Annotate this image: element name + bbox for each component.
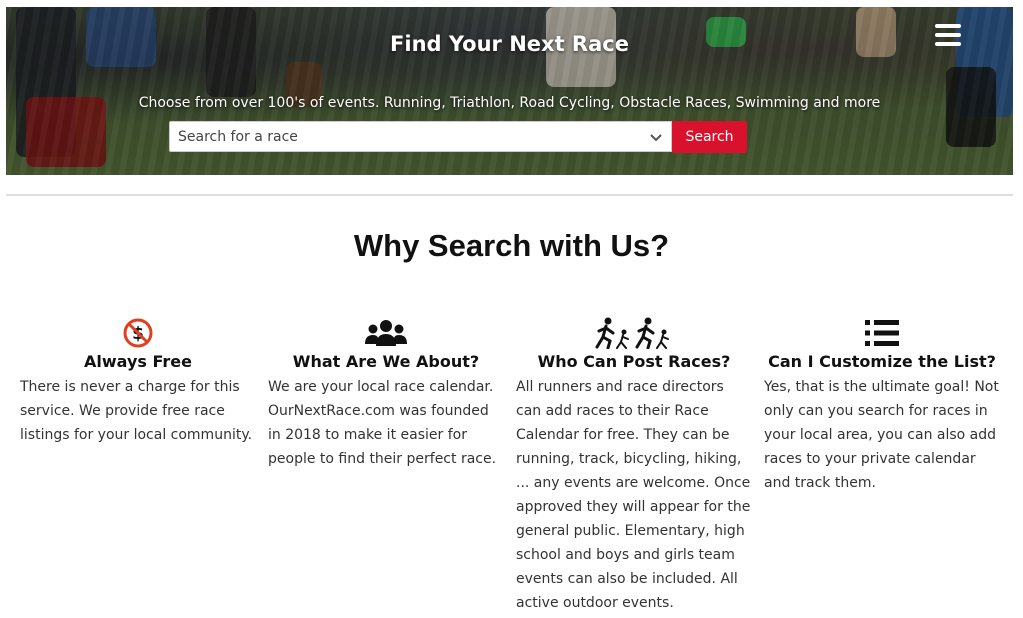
feature-text: We are your local race calendar. OurNext… [268,379,497,467]
feature-title: Who Can Post Races? [537,352,731,371]
no-dollar-icon: $ [20,316,256,350]
list-icon [764,316,1000,350]
feature-text: There is never a charge for this service… [20,379,253,443]
search-bar: Search for a race Search [169,121,747,153]
feature-title: Always Free [84,352,192,371]
feature-who-can-post: Who Can Post Races? All runners and race… [516,316,752,615]
feature-title: What Are We About? [292,352,480,371]
feature-about: What Are We About? We are your local rac… [268,316,504,471]
hamburger-menu-icon[interactable] [935,24,961,48]
chevron-down-icon [650,133,662,141]
section-divider [6,194,1013,196]
feature-customize: Can I Customize the List? Yes, that is t… [764,316,1000,495]
search-placeholder: Search for a race [178,128,298,145]
why-title: Why Search with Us? [353,228,670,263]
running-family-icon [516,316,752,350]
feature-title: Can I Customize the List? [768,352,996,371]
feature-text: Yes, that is the ultimate goal! Not only… [764,379,999,491]
search-button[interactable]: Search [672,121,747,153]
race-search-select[interactable]: Search for a race [169,121,672,152]
hero-subtitle: Choose from over 100's of events. Runnin… [138,95,881,111]
feature-always-free: $ Always Free There is never a charge fo… [20,316,256,447]
hero-title: Find Your Next Race [390,32,629,56]
users-icon [268,316,504,350]
feature-text: All runners and race directors can add r… [516,379,751,611]
hero-bg-shape [16,7,76,157]
